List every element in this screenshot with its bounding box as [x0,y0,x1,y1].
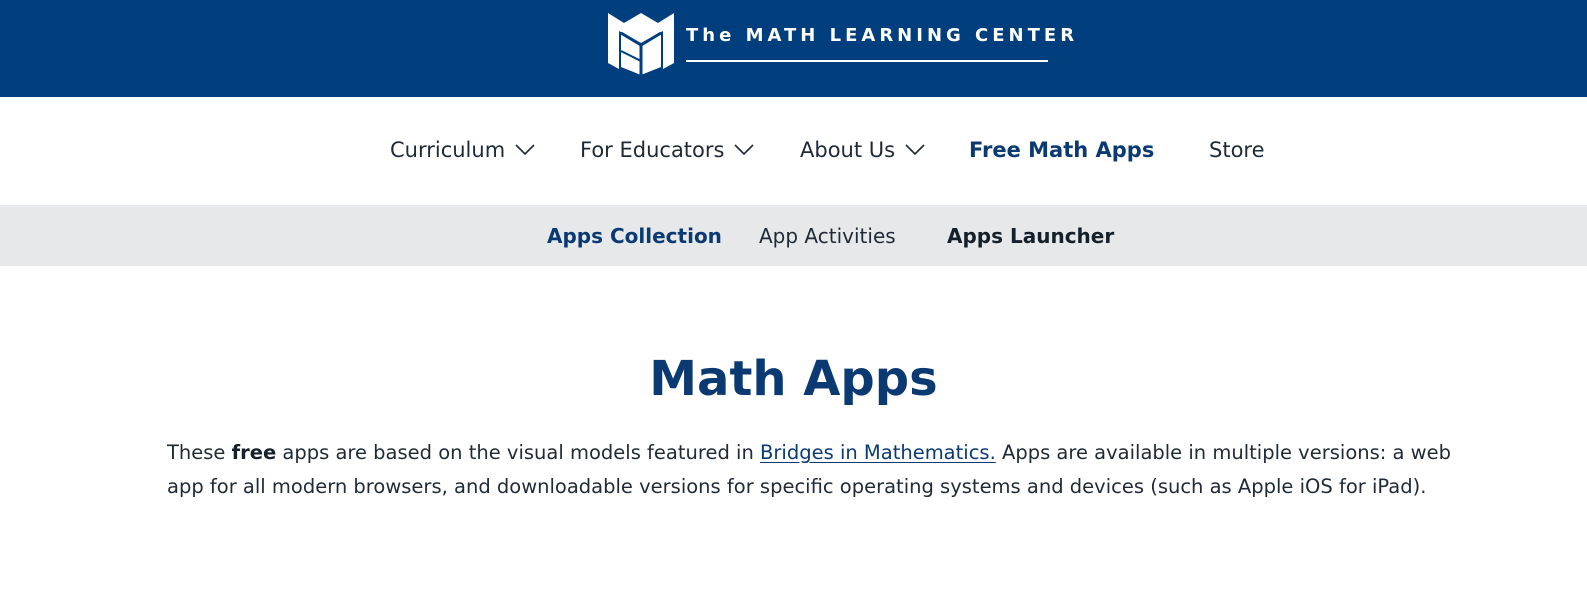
cube-logo-icon [608,13,674,75]
logo-text: The MATH LEARNING CENTER [686,25,1079,46]
nav-item-label: For Educators [580,138,725,162]
sub-nav-apps-collection[interactable]: Apps Collection [547,223,722,249]
nav-item-label: Free Math Apps [969,138,1155,162]
nav-item-for-educators[interactable]: For Educators [580,137,755,163]
intro-bold-free: free [231,441,277,464]
nav-item-label: Curriculum [390,138,506,162]
nav-item-curriculum[interactable]: Curriculum [390,137,535,163]
main-navigation: Curriculum For Educators About Us Free M… [0,97,1587,205]
intro-text-part2: apps are based on the visual models feat… [276,441,761,464]
sub-nav-apps-launcher[interactable]: Apps Launcher [947,223,1114,249]
page-title: Math Apps [649,351,938,407]
sub-nav-app-activities[interactable]: App Activities [759,223,896,249]
nav-item-label: About Us [800,138,896,162]
intro-text-part1: These [167,441,232,464]
nav-item-free-math-apps[interactable]: Free Math Apps [969,137,1154,163]
chevron-down-icon [905,144,925,156]
site-logo[interactable]: The MATH LEARNING CENTER [608,11,1074,75]
chevron-down-icon [515,144,535,156]
brand-header: The MATH LEARNING CENTER [0,0,1587,97]
nav-item-label: Store [1209,138,1265,162]
bridges-link[interactable]: Bridges in Mathematics. [760,441,996,464]
logo-wordmark: The MATH LEARNING CENTER [686,25,1079,62]
sub-navigation: Apps Collection App Activities Apps Laun… [0,205,1587,266]
logo-underline [686,60,1048,62]
chevron-down-icon [734,144,755,156]
nav-item-about-us[interactable]: About Us [800,137,925,163]
intro-paragraph: These free apps are based on the visual … [167,436,1457,504]
nav-item-store[interactable]: Store [1209,137,1265,163]
